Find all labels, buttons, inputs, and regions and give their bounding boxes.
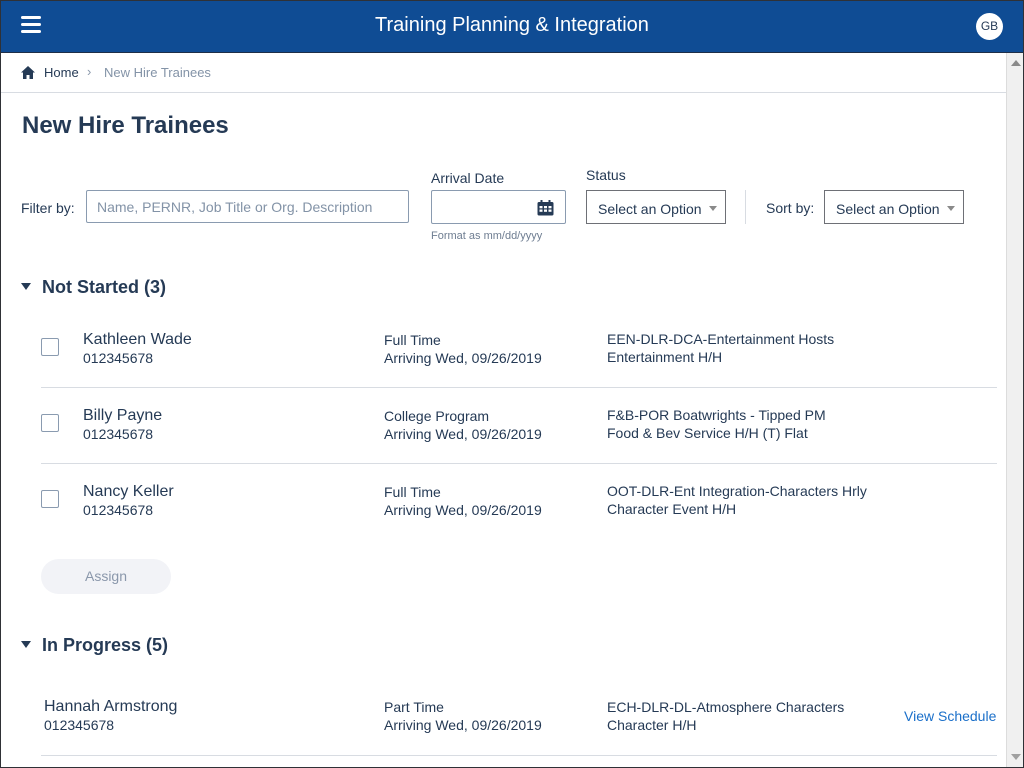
app-title: Training Planning & Integration	[375, 14, 649, 36]
calendar-icon[interactable]	[537, 200, 554, 216]
trainee-id: 012345678	[83, 426, 154, 442]
trainee-id: 012345678	[83, 350, 154, 366]
trainee-name: Hannah Armstrong	[44, 698, 178, 715]
arrival-date: Arriving Wed, 09/26/2019	[384, 717, 542, 733]
job-title: Character Event H/H	[607, 501, 737, 517]
job-title: Food & Bev Service H/H (T) Flat	[607, 425, 808, 441]
section-toggle-in-progress[interactable]: In Progress (5)	[21, 635, 168, 656]
breadcrumb: Home › New Hire Trainees	[1, 53, 1006, 93]
trainee-name: Nancy Keller	[83, 483, 174, 500]
view-schedule-link[interactable]: View Schedule	[904, 708, 996, 724]
job-title: Character H/H	[607, 717, 697, 733]
chevron-down-icon	[709, 206, 717, 211]
arrival-date: Arriving Wed, 09/26/2019	[384, 426, 542, 442]
page-title: New Hire Trainees	[22, 112, 229, 139]
breadcrumb-home-link[interactable]: Home	[44, 65, 79, 80]
trainee-row: Kathleen Wade 012345678 Full Time Arrivi…	[41, 311, 997, 388]
trainee-row: Billy Payne 012345678 College Program Ar…	[41, 387, 997, 464]
chevron-right-icon: ›	[87, 64, 92, 79]
arrival-date-input[interactable]	[431, 190, 566, 224]
employment-type: College Program	[384, 408, 490, 424]
vertical-scrollbar[interactable]	[1006, 53, 1023, 767]
top-app-bar: Training Planning & Integration GB	[1, 1, 1023, 53]
status-label: Status	[586, 167, 626, 183]
trainee-checkbox[interactable]	[41, 338, 59, 356]
trainee-id: 012345678	[44, 717, 115, 733]
arrival-date-format-hint: Format as mm/dd/yyyy	[431, 230, 543, 242]
arrival-date: Arriving Wed, 09/26/2019	[384, 350, 542, 366]
status-select[interactable]: Select an Option	[586, 190, 726, 224]
filter-divider	[745, 190, 746, 224]
org-description: EEN-DLR-DCA-Entertainment Hosts	[607, 331, 835, 347]
app-window: Training Planning & Integration GB Home …	[0, 0, 1024, 768]
trainee-id: 012345678	[83, 502, 154, 518]
status-select-value: Select an Option	[598, 201, 702, 217]
trainee-checkbox[interactable]	[41, 414, 59, 432]
job-title: Entertainment H/H	[607, 349, 723, 365]
org-description: F&B-POR Boatwrights - Tipped PM	[607, 407, 826, 423]
breadcrumb-current: New Hire Trainees	[104, 65, 211, 80]
main-content: Home › New Hire Trainees New Hire Traine…	[1, 53, 1006, 767]
trainee-name: Billy Payne	[83, 407, 163, 424]
arrival-date-label: Arrival Date	[431, 170, 505, 186]
employment-type: Full Time	[384, 484, 441, 500]
trainee-row: Nancy Keller 012345678 Full Time Arrivin…	[41, 463, 997, 539]
sort-select-value: Select an Option	[836, 201, 940, 217]
caret-down-icon	[21, 641, 31, 648]
arrival-date: Arriving Wed, 09/26/2019	[384, 502, 542, 518]
section-title: In Progress (5)	[42, 635, 169, 655]
home-icon[interactable]	[21, 66, 35, 79]
employment-type: Part Time	[384, 699, 444, 715]
scroll-up-arrow-icon[interactable]	[1011, 60, 1021, 66]
org-description: OOT-DLR-Ent Integration-Characters Hrly	[607, 483, 867, 499]
section-toggle-not-started[interactable]: Not Started (3)	[21, 277, 166, 298]
employment-type: Full Time	[384, 332, 441, 348]
user-avatar[interactable]: GB	[976, 13, 1003, 40]
assign-button[interactable]: Assign	[41, 559, 171, 594]
section-title: Not Started (3)	[42, 277, 167, 297]
trainee-row: Hannah Armstrong 012345678 Part Time Arr…	[41, 679, 997, 756]
chevron-down-icon	[947, 206, 955, 211]
filter-label: Filter by:	[21, 200, 75, 216]
sort-label: Sort by:	[766, 200, 815, 216]
trainee-name: Kathleen Wade	[83, 331, 192, 348]
org-description: ECH-DLR-DL-Atmosphere Characters	[607, 699, 845, 715]
caret-down-icon	[21, 283, 31, 290]
sort-select[interactable]: Select an Option	[824, 190, 964, 224]
trainee-checkbox[interactable]	[41, 490, 59, 508]
filter-search-input[interactable]	[86, 190, 409, 223]
scroll-down-arrow-icon[interactable]	[1011, 754, 1021, 760]
